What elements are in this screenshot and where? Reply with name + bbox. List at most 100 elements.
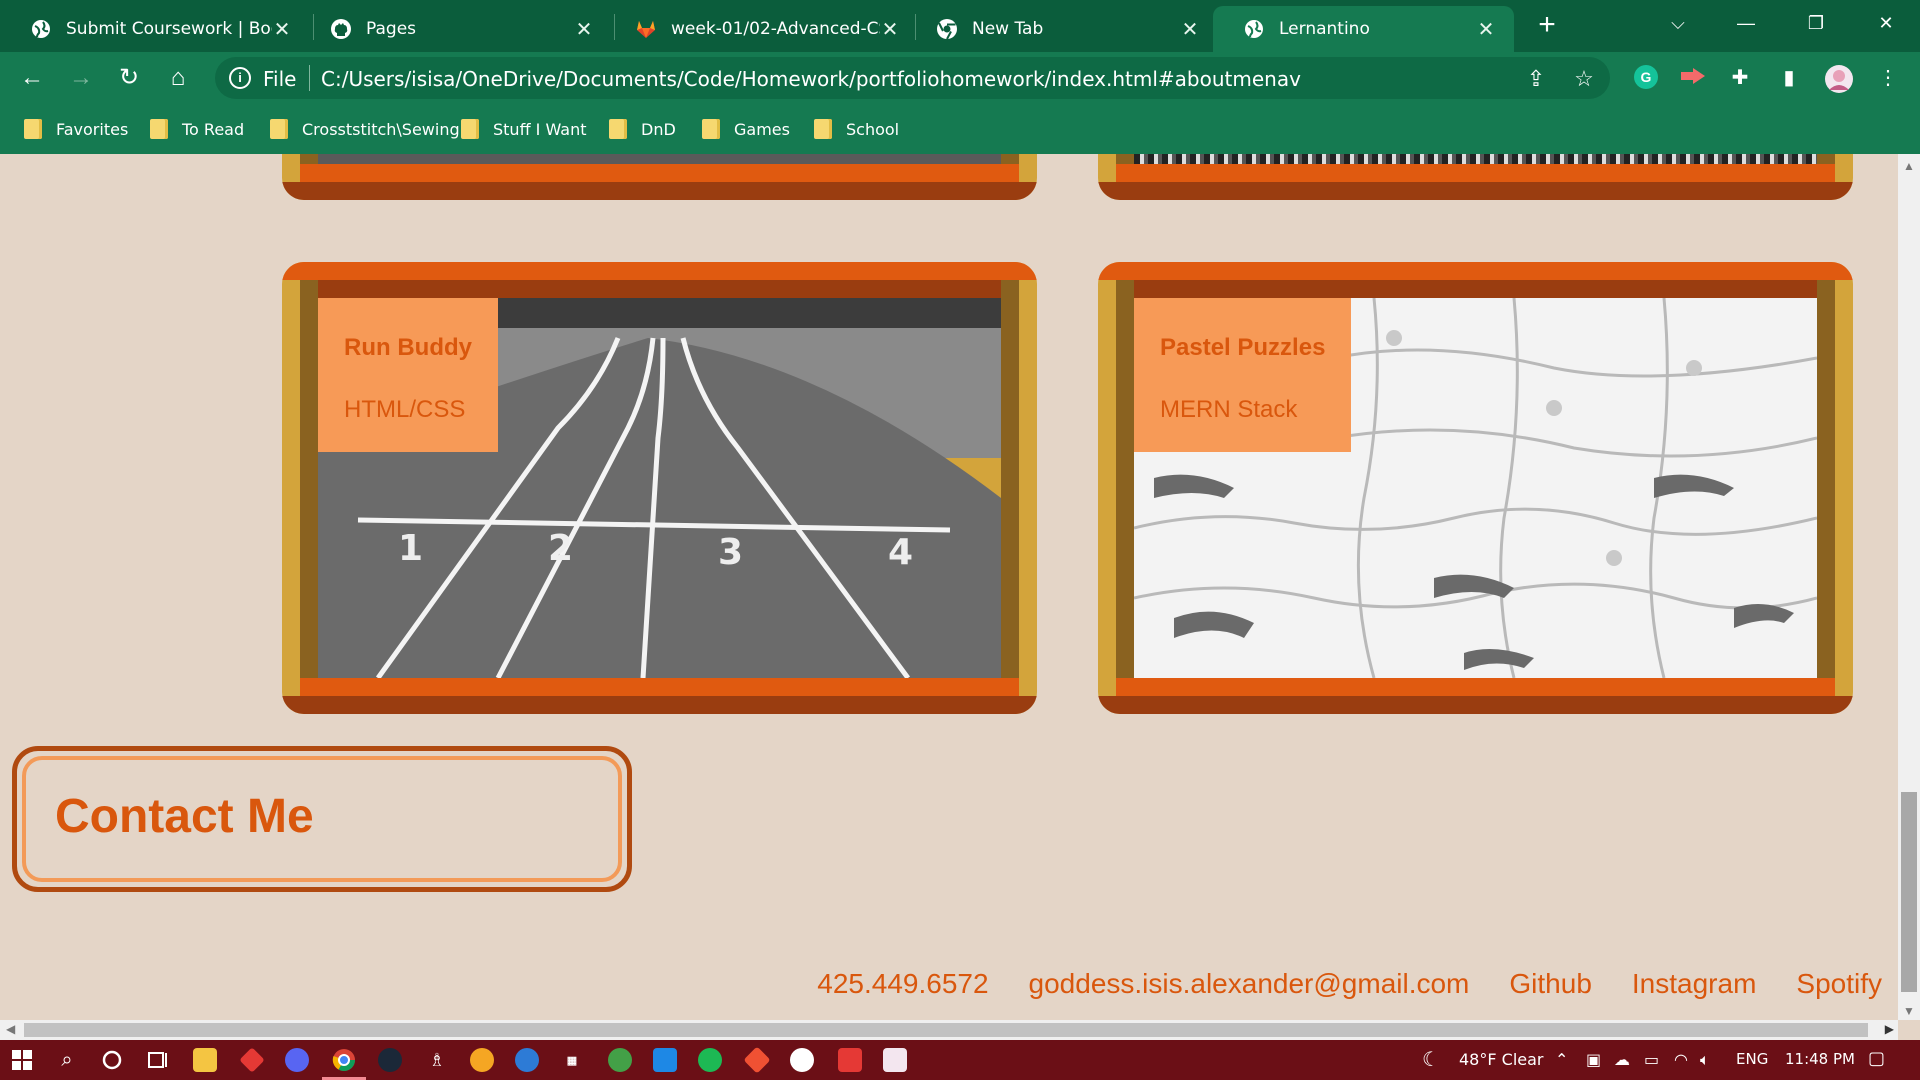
bookmark-to-read[interactable]: To Read: [150, 117, 244, 141]
app-red-diamond-icon[interactable]: [239, 1047, 265, 1073]
git-icon[interactable]: [743, 1046, 771, 1074]
notification-icon[interactable]: ▢: [1868, 1048, 1885, 1069]
close-tab-icon[interactable]: ✕: [272, 19, 292, 39]
app-figure-icon[interactable]: ♗: [425, 1048, 449, 1072]
bookmark-label: Crosststitch\Sewing: [302, 119, 460, 139]
vscode-icon[interactable]: [653, 1048, 677, 1072]
close-tab-icon[interactable]: ✕: [1476, 19, 1496, 39]
close-tab-icon[interactable]: ✕: [880, 19, 900, 39]
scroll-up-arrow-icon[interactable]: ▲: [1903, 159, 1915, 173]
tab-pages[interactable]: Pages ✕: [300, 6, 612, 52]
contact-heading-box: Contact Me: [12, 746, 632, 892]
grammarly-icon[interactable]: G: [1632, 64, 1660, 92]
bookmark-crosststitch-sewing[interactable]: Crosststitch\Sewing: [270, 117, 460, 141]
browser-toolbar: ← → ↻ ⌂ i File C:/Users/isisa/OneDrive/D…: [0, 52, 1920, 104]
reload-icon[interactable]: ↻: [113, 62, 145, 94]
github-link[interactable]: Github: [1509, 968, 1592, 1000]
project-label[interactable]: Pastel Puzzles MERN Stack: [1134, 298, 1352, 452]
phone-link[interactable]: 425.449.6572: [817, 968, 988, 1000]
tab-new-tab[interactable]: New Tab ✕: [906, 6, 1218, 52]
scroll-down-arrow-icon[interactable]: ▼: [1903, 1004, 1915, 1018]
close-tab-icon[interactable]: ✕: [1180, 19, 1200, 39]
app-blue-icon[interactable]: [515, 1048, 539, 1072]
bookmark-stuff-i-want[interactable]: Stuff I Want: [461, 117, 587, 141]
bookmarks-bar: Favorites To Read Crosststitch\Sewing St…: [0, 104, 1920, 154]
discord-icon[interactable]: [285, 1048, 309, 1072]
project-name[interactable]: Pastel Puzzles: [1160, 334, 1325, 362]
bookmark-star-icon[interactable]: ☆: [1571, 66, 1597, 92]
show-hidden-icons-chevron[interactable]: ⌃: [1555, 1050, 1568, 1069]
card-frame-bottom-inner: [300, 678, 1019, 696]
forward-arrow-icon[interactable]: →: [65, 62, 97, 94]
tab-submit-coursework[interactable]: Submit Coursework | Bootca ✕: [0, 6, 310, 52]
profile-avatar[interactable]: [1824, 64, 1853, 93]
vertical-scrollbar[interactable]: ▲ ▼: [1898, 154, 1920, 1020]
card-frame-bottom: [1098, 696, 1853, 714]
project-card-pastel-puzzles[interactable]: Pastel Puzzles MERN Stack: [1098, 262, 1853, 714]
steam-icon[interactable]: [378, 1048, 402, 1072]
chrome-taskbar-icon[interactable]: [332, 1048, 356, 1072]
scroll-left-arrow-icon[interactable]: ◀: [6, 1022, 15, 1036]
language-indicator[interactable]: ENG: [1736, 1050, 1768, 1068]
info-icon[interactable]: i: [229, 67, 251, 89]
onedrive-cloud-icon[interactable]: ☁: [1614, 1050, 1630, 1069]
wifi-icon[interactable]: ◠: [1674, 1050, 1688, 1069]
tab-lernantino[interactable]: Lernantino ✕: [1213, 6, 1514, 52]
acrobat-icon[interactable]: [838, 1048, 862, 1072]
url-text[interactable]: C:/Users/isisa/OneDrive/Documents/Code/H…: [321, 67, 1301, 91]
weather-text[interactable]: 48°F Clear: [1459, 1050, 1544, 1069]
spotify-link[interactable]: Spotify: [1796, 968, 1882, 1000]
meet-now-icon[interactable]: ▣: [1586, 1050, 1601, 1069]
new-tab-button[interactable]: +: [1531, 10, 1563, 42]
scroll-right-arrow-icon[interactable]: ▶: [1885, 1022, 1894, 1036]
app-green-icon[interactable]: [608, 1048, 632, 1072]
task-view-icon[interactable]: [145, 1048, 169, 1072]
search-icon[interactable]: ⌕: [55, 1048, 79, 1072]
app-image-icon[interactable]: [883, 1048, 907, 1072]
bookmark-dnd[interactable]: DnD: [609, 117, 676, 141]
card-frame-top-inner: [300, 280, 1019, 298]
file-explorer-icon[interactable]: [193, 1048, 217, 1072]
bookmark-school[interactable]: School: [814, 117, 899, 141]
close-window-button[interactable]: ✕: [1868, 8, 1904, 38]
battery-icon[interactable]: ▭: [1644, 1050, 1659, 1069]
tab-title: New Tab: [972, 19, 1044, 39]
instagram-link[interactable]: Instagram: [1632, 968, 1757, 1000]
home-icon[interactable]: ⌂: [162, 62, 194, 94]
folder-icon: [814, 119, 832, 139]
bookmark-games[interactable]: Games: [702, 117, 790, 141]
app-calendar-icon[interactable]: ▦: [560, 1048, 584, 1072]
address-bar[interactable]: i File C:/Users/isisa/OneDrive/Documents…: [215, 57, 1610, 99]
project-label[interactable]: Run Buddy HTML/CSS: [318, 298, 498, 452]
minimize-button[interactable]: —: [1728, 8, 1764, 38]
project-card-partial-right[interactable]: [1098, 154, 1853, 200]
bookmark-favorites[interactable]: Favorites: [24, 117, 128, 141]
side-panel-icon[interactable]: ▮: [1775, 64, 1803, 92]
close-tab-icon[interactable]: ✕: [574, 19, 594, 39]
project-name[interactable]: Run Buddy: [344, 334, 472, 362]
vertical-scroll-thumb[interactable]: [1901, 792, 1917, 992]
tab-week-01-advanced-css[interactable]: week-01/02-Advanced-CSS ✕: [605, 6, 918, 52]
globe-icon: [30, 18, 52, 40]
restore-button[interactable]: ❐: [1798, 8, 1834, 38]
volume-icon[interactable]: 🔈︎: [1700, 1050, 1710, 1070]
share-icon[interactable]: ⇪: [1523, 66, 1549, 92]
back-arrow-icon[interactable]: ←: [16, 62, 48, 94]
cortana-icon[interactable]: [100, 1048, 124, 1072]
project-card-partial-left[interactable]: [282, 154, 1037, 200]
app-orange-circle-icon[interactable]: [470, 1048, 494, 1072]
horizontal-scroll-thumb[interactable]: [24, 1023, 1868, 1037]
svg-text:4: 4: [888, 532, 913, 573]
email-link[interactable]: goddess.isis.alexander@gmail.com: [1029, 968, 1470, 1000]
project-card-run-buddy[interactable]: 1 2 3 4 Run Buddy HTML/CSS: [282, 262, 1037, 714]
slack-icon[interactable]: [790, 1048, 814, 1072]
screen-recorder-icon[interactable]: [1679, 64, 1707, 92]
horizontal-scrollbar[interactable]: ◀ ▶: [0, 1020, 1898, 1040]
spotify-taskbar-icon[interactable]: [698, 1048, 722, 1072]
extensions-puzzle-icon[interactable]: ✚: [1726, 64, 1754, 92]
tab-search-chevron-icon[interactable]: ⌵: [1660, 8, 1696, 38]
clock[interactable]: 11:48 PM: [1785, 1050, 1855, 1068]
moon-weather-icon[interactable]: ☾: [1422, 1047, 1440, 1071]
windows-start-icon[interactable]: [10, 1048, 34, 1072]
menu-kebab-icon[interactable]: ⋮: [1874, 64, 1902, 92]
